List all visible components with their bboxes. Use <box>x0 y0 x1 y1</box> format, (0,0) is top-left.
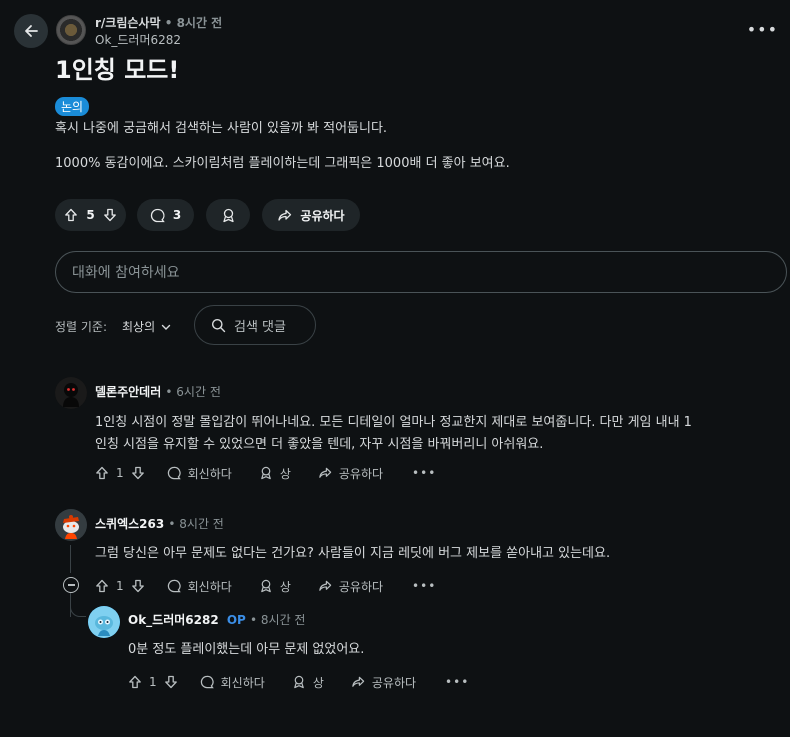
comment-vote-control: 1 <box>95 579 145 593</box>
avatar-snoo-icon <box>88 606 120 638</box>
post-comment-count: 3 <box>172 208 182 222</box>
comment-line: 0분 정도 플레이했는데 아무 문제 없었어요. <box>128 642 365 657</box>
subreddit-name[interactable]: r/크림슨사막 <box>95 16 161 30</box>
comment-line: 인칭 시점을 유지할 수 있었으면 더 좋았을 텐데, 자꾸 시점을 바꿔버리니… <box>95 437 544 452</box>
collapse-thread-button[interactable] <box>63 577 79 593</box>
avatar-dark-character-icon <box>55 377 87 409</box>
comment-line: 그럼 당신은 아무 문제도 없다는 건가요? 사람들이 지금 레딧에 버그 제보… <box>95 546 611 561</box>
upvote-icon[interactable] <box>95 466 109 480</box>
reply-button[interactable]: 회신하다 <box>167 578 232 595</box>
upvote-icon[interactable] <box>95 579 109 593</box>
reply-button[interactable]: 회신하다 <box>167 465 232 482</box>
downvote-icon[interactable] <box>131 466 145 480</box>
post-flair[interactable]: 논의 <box>55 97 90 116</box>
upvote-icon[interactable] <box>64 208 78 222</box>
sort-label: 정렬 기준: <box>55 320 108 334</box>
award-button[interactable]: 상 <box>292 674 324 691</box>
post-paragraph-1: 혹시 나중에 궁금해서 검색하는 사람이 있을까 봐 적어둡니다. <box>55 121 388 136</box>
comment-time: 8시간 전 <box>179 517 224 531</box>
share-icon <box>319 467 332 478</box>
thread-connector <box>70 603 86 617</box>
comment-header: 스퀴엑스263 • 8시간 전 <box>95 517 224 531</box>
comment-icon <box>167 579 181 593</box>
comment-vote-control: 1 <box>128 675 178 689</box>
comment-vote-control: 1 <box>95 466 145 480</box>
upvote-icon[interactable] <box>128 675 142 689</box>
share-icon <box>352 676 365 687</box>
share-label: 공유하다 <box>300 208 345 223</box>
share-icon <box>319 580 332 591</box>
more-options-icon[interactable]: ••• <box>412 579 436 593</box>
comment-body: 0분 정도 플레이했는데 아무 문제 없었어요. <box>128 639 364 661</box>
comment-line: 1인칭 시점이 정말 몰입감이 뛰어나네요. 모든 디테일이 얼마나 정교한지 … <box>95 415 692 430</box>
share-button[interactable]: 공유하다 <box>318 578 383 595</box>
comment-search-input[interactable]: 검색 댓글 <box>194 305 316 345</box>
comment-input-placeholder: 대화에 참여하세요 <box>72 265 180 281</box>
comment-vote-count: 1 <box>149 675 157 689</box>
comment-author[interactable]: 스퀴엑스263 <box>95 517 164 531</box>
search-icon <box>212 318 226 332</box>
post-title: 1인칭 모드! <box>55 56 180 84</box>
subreddit-header: r/크림슨사막 • 8시간 전 <box>95 16 223 30</box>
award-icon <box>261 466 271 480</box>
comment-icon <box>200 675 214 689</box>
award-button[interactable]: 상 <box>259 578 291 595</box>
comment-actions: 1 회신하다 상 공유하다 ••• <box>95 577 436 595</box>
comment-input[interactable]: 대화에 참여하세요 <box>55 251 787 293</box>
comment-header: 델론주안데러 • 6시간 전 <box>95 385 221 399</box>
post-award-button[interactable] <box>206 199 250 231</box>
post-comments-button[interactable]: 3 <box>137 199 194 231</box>
thread-line <box>70 545 71 573</box>
avatar[interactable] <box>55 509 87 541</box>
comment-actions: 1 회신하다 상 공유하다 ••• <box>95 464 436 482</box>
sort-value: 최상의 <box>122 320 156 334</box>
comment-time: 6시간 전 <box>176 385 221 399</box>
comment-icon <box>167 466 181 480</box>
avatar[interactable] <box>55 377 87 409</box>
comment-icon <box>150 208 165 222</box>
comment-vote-count: 1 <box>116 579 124 593</box>
award-icon <box>222 208 234 222</box>
comment-vote-count: 1 <box>116 466 124 480</box>
comment-actions: 1 회신하다 상 공유하다 ••• <box>128 673 469 691</box>
share-button[interactable]: 공유하다 <box>351 674 416 691</box>
post-vote-control: 5 <box>55 199 126 231</box>
comment-search-placeholder: 검색 댓글 <box>234 319 286 335</box>
post-time: 8시간 전 <box>176 16 223 30</box>
award-icon <box>261 579 271 593</box>
comment-author[interactable]: Ok_드러머6282 <box>128 613 219 627</box>
back-button[interactable] <box>14 14 48 48</box>
more-options-icon[interactable]: ••• <box>412 466 436 480</box>
minus-icon <box>67 584 75 586</box>
comment-body: 그럼 당신은 아무 문제도 없다는 건가요? 사람들이 지금 레딧에 버그 제보… <box>95 543 610 565</box>
chevron-down-icon <box>161 324 171 330</box>
arrow-left-icon <box>25 25 38 37</box>
op-badge: OP <box>226 613 246 627</box>
comment-time: 8시간 전 <box>260 613 306 627</box>
award-icon <box>294 675 304 689</box>
subreddit-avatar[interactable] <box>56 15 86 45</box>
award-button[interactable]: 상 <box>259 465 291 482</box>
sort-dropdown[interactable]: 최상의 <box>122 318 171 335</box>
post-author[interactable]: Ok_드러머6282 <box>95 31 181 48</box>
downvote-icon[interactable] <box>131 579 145 593</box>
more-options-icon[interactable]: ••• <box>445 675 469 689</box>
comment-author[interactable]: 델론주안데러 <box>95 385 161 399</box>
share-button[interactable]: 공유하다 <box>318 465 383 482</box>
post-paragraph-2: 1000% 동감이에요. 스카이림처럼 플레이하는데 그래픽은 1000배 더 … <box>55 156 510 171</box>
downvote-icon[interactable] <box>103 208 117 222</box>
comment-body: 1인칭 시점이 정말 몰입감이 뛰어나네요. 모든 디테일이 얼마나 정교한지 … <box>95 412 692 456</box>
comment-header: Ok_드러머6282 OP • 8시간 전 <box>128 613 306 627</box>
avatar-snoo-icon <box>55 509 87 541</box>
share-icon <box>278 209 292 221</box>
more-options-icon[interactable]: ••• <box>747 20 778 39</box>
reply-button[interactable]: 회신하다 <box>200 674 265 691</box>
avatar[interactable] <box>88 606 120 638</box>
post-share-button[interactable]: 공유하다 <box>262 199 360 231</box>
post-vote-count: 5 <box>86 208 95 222</box>
downvote-icon[interactable] <box>164 675 178 689</box>
